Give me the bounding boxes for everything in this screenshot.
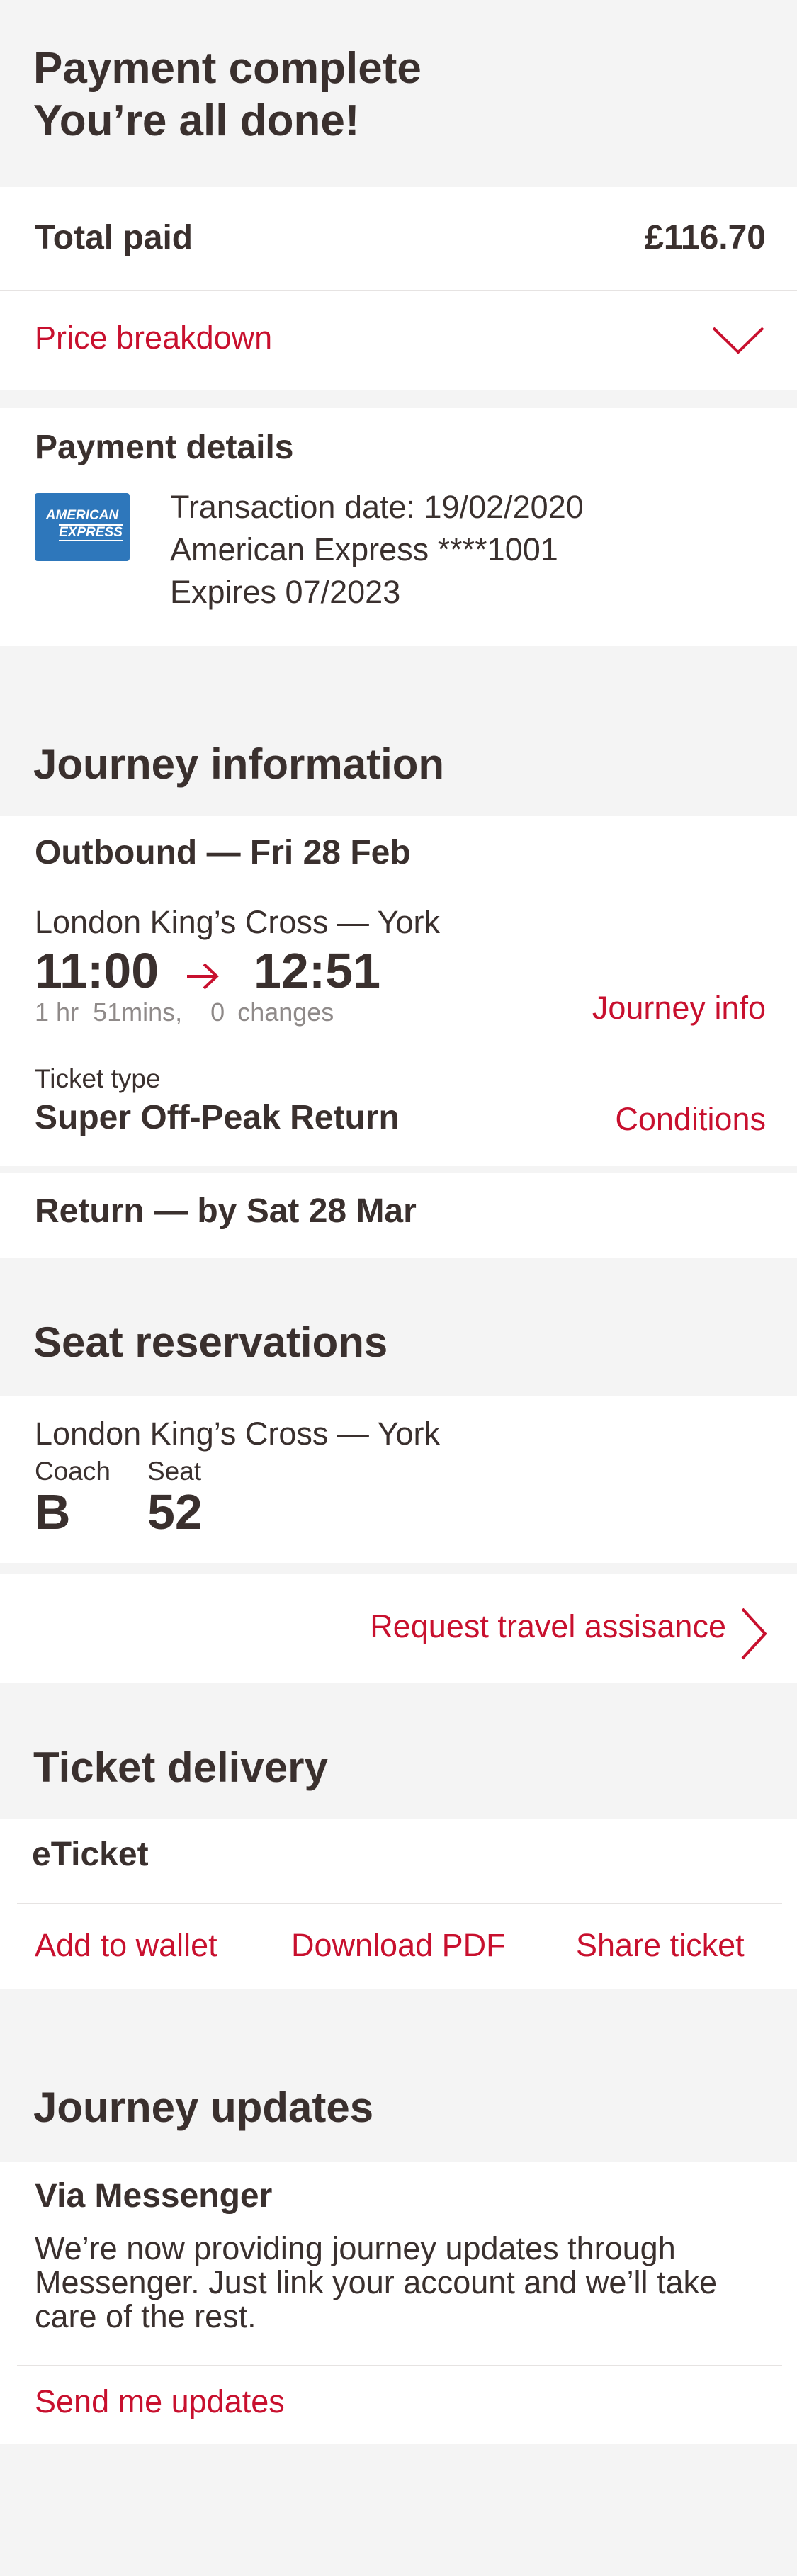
divider [17,1903,782,1904]
seat-reservation-card: London King’s Cross — York Coach B Seat … [0,1396,797,1563]
amex-logo-line2: EXPRESS [59,524,123,541]
price-breakdown-toggle[interactable]: Price breakdown [0,291,797,390]
journey-updates-heading: Journey updates [33,2084,374,2131]
transaction-date: Transaction date: 19/02/2020 [170,489,584,525]
travel-assistance-link[interactable]: Request travel assisance [370,1608,726,1645]
return-title: Return — by Sat 28 Mar [35,1192,417,1230]
duration-minutes: 51 [93,998,122,1027]
payment-details-card: Payment details AMERICAN EXPRESS Transac… [0,408,797,646]
duration-hours-unit: hr [56,998,79,1027]
departure-time: 11:00 [35,943,159,998]
payment-details-heading: Payment details [35,429,294,466]
seat-route: London King’s Cross — York [35,1416,441,1452]
duration-minutes-unit: mins, [121,998,183,1027]
journey-information-heading: Journey information [33,740,445,788]
journey-duration: 1 hr 51mins, 0 changes [35,998,334,1027]
changes-unit: changes [237,998,334,1027]
total-paid-row: Total paid £116.70 [0,187,797,290]
chevron-down-icon [712,327,764,354]
ticket-delivery-heading: Ticket delivery [33,1744,328,1791]
travel-assistance-row[interactable]: Request travel assisance [0,1574,797,1683]
ticket-type-label: Ticket type [35,1064,161,1093]
messenger-description-line1: We’re now providing journey updates thro… [35,2230,676,2266]
messenger-description-line3: care of the rest. [35,2298,256,2334]
total-paid-amount: £116.70 [645,219,766,256]
coach-value: B [35,1484,71,1540]
ticket-delivery-card: eTicket Add to wallet Download PDF Share… [0,1819,797,1989]
messenger-description: We’re now providing journey updates thro… [35,2232,717,2334]
seat-reservations-heading: Seat reservations [33,1318,388,1366]
outbound-journey-card: Outbound — Fri 28 Feb London King’s Cros… [0,816,797,1166]
journey-updates-card: Via Messenger We’re now providing journe… [0,2162,797,2444]
card-expiry: Expires 07/2023 [170,574,401,610]
messenger-description-line2: Messenger. Just link your account and we… [35,2264,717,2300]
add-to-wallet-button[interactable]: Add to wallet [35,1927,217,1964]
page-title-line1: Payment complete [33,44,422,93]
page-title-line2: You’re all done! [33,96,360,145]
journey-info-link[interactable]: Journey info [592,990,766,1027]
amex-card-logo: AMERICAN EXPRESS [35,493,130,561]
outbound-title: Outbound — Fri 28 Feb [35,834,411,871]
outbound-route: London King’s Cross — York [35,904,441,940]
chevron-right-icon [741,1608,767,1660]
amex-logo-line1: AMERICAN [45,508,119,523]
download-pdf-button[interactable]: Download PDF [291,1927,506,1964]
arrow-right-icon [187,963,219,990]
seat-label: Seat [147,1457,202,1486]
messenger-title: Via Messenger [35,2177,273,2215]
send-me-updates-button[interactable]: Send me updates [35,2383,285,2420]
arrival-time: 12:51 [254,943,381,998]
price-breakdown-label: Price breakdown [35,320,273,356]
ticket-type-value: Super Off-Peak Return [35,1099,400,1136]
duration-hours: 1 [35,998,50,1027]
card-number: American Express ****1001 [170,531,558,567]
divider [17,2365,782,2366]
conditions-link[interactable]: Conditions [615,1101,766,1138]
share-ticket-button[interactable]: Share ticket [576,1927,745,1964]
changes-count: 0 [210,998,225,1027]
return-journey-row: Return — by Sat 28 Mar [0,1173,797,1258]
ticket-delivery-type: eTicket [32,1836,149,1873]
seat-value: 52 [147,1484,203,1540]
coach-label: Coach [35,1457,111,1486]
total-paid-label: Total paid [35,219,193,256]
